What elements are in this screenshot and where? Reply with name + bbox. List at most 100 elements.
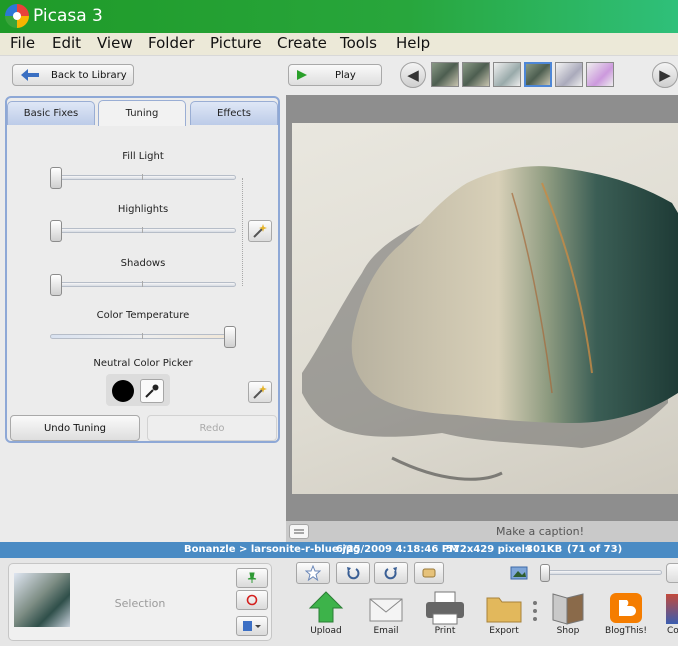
rotate-right-icon — [384, 567, 397, 580]
pin-icon — [247, 572, 257, 583]
play-label: Play — [335, 69, 356, 81]
zoom-slider[interactable] — [540, 570, 662, 575]
neutral-color-picker-label: Neutral Color Picker — [93, 358, 193, 369]
zoom-slider-handle[interactable] — [540, 564, 550, 582]
collage-button[interactable] — [666, 594, 678, 624]
redo-button[interactable]: Redo — [147, 415, 277, 441]
right-arrow-icon: ▶ — [659, 66, 671, 84]
separator-dots — [532, 600, 538, 622]
menu-create[interactable]: Create — [277, 34, 327, 52]
album-dropdown-icon — [243, 621, 261, 631]
add-to-album-button[interactable] — [236, 616, 268, 636]
menu-tools[interactable]: Tools — [340, 34, 377, 52]
shadows-slider-handle[interactable] — [50, 274, 62, 296]
back-to-library-button[interactable]: Back to Library — [12, 64, 134, 86]
slider-tick — [142, 333, 143, 339]
filmstrip-thumbnail[interactable] — [462, 62, 490, 87]
upload-button[interactable] — [306, 590, 346, 626]
photo-position: (71 of 73) — [567, 544, 623, 555]
tag-icon — [422, 568, 436, 578]
title-bar: Picasa 3 — [0, 0, 678, 33]
selection-thumbnail[interactable] — [14, 573, 70, 627]
menu-folder[interactable]: Folder — [148, 34, 194, 52]
back-to-library-label: Back to Library — [51, 69, 127, 81]
export-label: Export — [489, 626, 519, 636]
filmstrip-thumbnail-selected[interactable] — [524, 62, 552, 87]
menu-picture[interactable]: Picture — [210, 34, 262, 52]
shadows-label: Shadows — [120, 258, 166, 269]
menu-file[interactable]: File — [10, 34, 35, 52]
filmstrip-thumbnail[interactable] — [555, 62, 583, 87]
fill-light-slider-handle[interactable] — [50, 167, 62, 189]
menu-help[interactable]: Help — [396, 34, 430, 52]
picasa-logo-icon — [5, 4, 29, 28]
menu-view[interactable]: View — [97, 34, 133, 52]
eyedropper-button[interactable] — [140, 379, 164, 403]
blogthis-label: BlogThis! — [605, 626, 647, 636]
collage-label: Co — [667, 626, 678, 636]
export-button[interactable] — [485, 592, 523, 624]
tab-basic-fixes[interactable]: Basic Fixes — [7, 101, 95, 125]
print-button[interactable] — [424, 590, 466, 626]
rock-photo-image — [302, 166, 678, 481]
fill-light-slider[interactable] — [50, 175, 236, 180]
menu-bar: File Edit View Folder Picture Create Too… — [0, 33, 678, 55]
star-button[interactable] — [296, 562, 330, 584]
status-bar: Bonanzle > larsonite-r-blue.jpg 6/25/200… — [0, 542, 678, 558]
tab-effects[interactable]: Effects — [190, 101, 278, 125]
email-icon — [369, 598, 403, 622]
color-temperature-slider-handle[interactable] — [224, 326, 236, 348]
highlights-slider[interactable] — [50, 228, 236, 233]
magic-wand-icon — [253, 385, 267, 399]
file-size: 301KB — [526, 544, 563, 555]
zoom-actual-size-button[interactable] — [666, 563, 678, 583]
blogthis-button[interactable] — [609, 592, 643, 624]
undo-tuning-button[interactable]: Undo Tuning — [10, 415, 140, 441]
menu-edit[interactable]: Edit — [52, 34, 81, 52]
file-datetime: 6/25/2009 4:18:46 PM — [336, 544, 460, 555]
email-button[interactable] — [368, 594, 404, 624]
email-label: Email — [373, 626, 399, 636]
window-title: Picasa 3 — [33, 6, 103, 26]
filmstrip-thumbnail[interactable] — [586, 62, 614, 87]
auto-color-wand-button[interactable] — [248, 381, 272, 403]
color-temperature-label: Color Temperature — [96, 310, 190, 321]
highlights-slider-handle[interactable] — [50, 220, 62, 242]
tag-button[interactable] — [414, 562, 444, 584]
left-arrow-icon: ◀ — [407, 66, 419, 84]
color-temperature-slider[interactable] — [50, 334, 236, 339]
tab-tuning[interactable]: Tuning — [98, 100, 186, 126]
auto-contrast-bracket — [238, 178, 243, 286]
print-icon — [426, 591, 464, 625]
selection-label: Selection — [114, 597, 166, 610]
back-arrow-icon — [21, 69, 39, 81]
magic-wand-icon — [253, 224, 267, 238]
neutral-color-swatch — [112, 380, 134, 402]
caption-icon — [294, 529, 304, 533]
shop-label: Shop — [556, 626, 580, 636]
next-photo-button[interactable]: ▶ — [652, 62, 678, 88]
shop-button[interactable] — [551, 590, 585, 626]
photo-preview[interactable] — [292, 123, 678, 494]
shadows-slider[interactable] — [50, 282, 236, 287]
caption-toggle-button[interactable] — [289, 524, 309, 539]
hold-button[interactable] — [236, 568, 268, 588]
previous-photo-button[interactable]: ◀ — [400, 62, 426, 88]
clear-selection-button[interactable] — [236, 590, 268, 610]
slider-tick — [142, 281, 143, 287]
auto-contrast-wand-button[interactable] — [248, 220, 272, 242]
rotate-left-button[interactable] — [336, 562, 370, 584]
caption-input[interactable]: Make a caption! — [440, 525, 640, 538]
shop-icon — [552, 593, 584, 625]
file-path: Bonanzle > larsonite-r-blue.jpg — [184, 544, 361, 555]
play-icon — [297, 70, 307, 80]
clear-icon — [246, 594, 258, 606]
play-button[interactable]: Play — [288, 64, 382, 86]
filmstrip-thumbnail[interactable] — [493, 62, 521, 87]
slider-tick — [142, 174, 143, 180]
blogger-icon — [610, 593, 642, 623]
image-dimensions: 572x429 pixels — [446, 544, 531, 555]
upload-label: Upload — [310, 626, 342, 636]
filmstrip-thumbnail[interactable] — [431, 62, 459, 87]
rotate-right-button[interactable] — [374, 562, 408, 584]
